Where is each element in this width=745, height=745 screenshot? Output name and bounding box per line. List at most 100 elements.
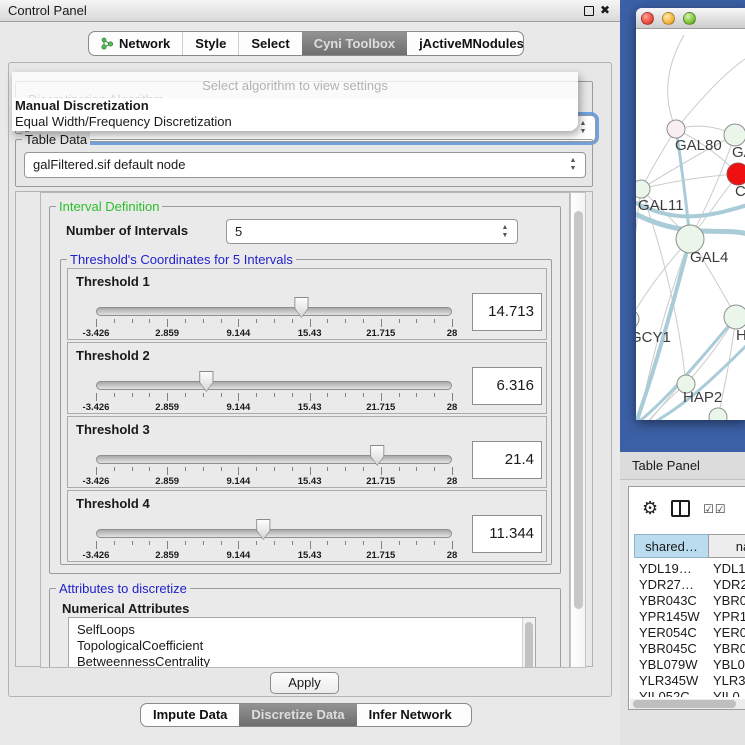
- table-row[interactable]: YBL079WYBL0: [629, 657, 745, 673]
- tick-label: 2.859: [155, 550, 179, 561]
- tick-mark: [256, 541, 257, 545]
- tab-infer-network[interactable]: Infer Network: [357, 704, 464, 726]
- tick-mark: [327, 393, 328, 397]
- split-columns-icon[interactable]: [671, 500, 690, 517]
- algorithm-option-manual[interactable]: Manual Discretization: [12, 98, 578, 114]
- network-node-label: GAL4: [690, 249, 728, 266]
- tab-network[interactable]: Network: [89, 32, 182, 55]
- threshold-value-field[interactable]: 14.713: [472, 293, 542, 331]
- tab-discretize-data[interactable]: Discretize Data: [239, 704, 356, 726]
- attribute-item[interactable]: TopologicalCoefficient: [69, 638, 521, 654]
- network-node[interactable]: [724, 124, 745, 146]
- table-row[interactable]: YBR043CYBR0: [629, 593, 745, 609]
- tab-cyni-toolbox[interactable]: Cyni Toolbox: [302, 32, 407, 55]
- column-header-shared-name[interactable]: shared…: [634, 534, 709, 558]
- table-data-group-title: Table Data: [22, 132, 90, 147]
- tick-mark: [310, 541, 311, 549]
- combo-arrows-icon: [578, 120, 588, 136]
- network-node[interactable]: [667, 120, 685, 138]
- algorithm-option-equal-width[interactable]: Equal Width/Frequency Discretization: [12, 114, 578, 131]
- apply-button[interactable]: Apply: [270, 672, 339, 694]
- threshold-panel: Threshold 3 -3.4262.8599.14415.4321.7152…: [67, 416, 547, 488]
- tab-jactivemnodules[interactable]: jActiveMNodules: [407, 32, 524, 55]
- tick-mark: [221, 319, 222, 323]
- column-header-name[interactable]: na: [708, 534, 745, 558]
- tick-mark: [416, 319, 417, 323]
- attributes-scrollbar-thumb[interactable]: [525, 622, 533, 668]
- network-canvas[interactable]: GAL80GACGAL11GAL4GCY1HHAP2: [636, 29, 745, 420]
- table-cell: YLR3: [713, 673, 745, 689]
- table-horizontal-scrollbar[interactable]: [630, 699, 745, 709]
- table-row[interactable]: YLR345WYLR3: [629, 673, 745, 689]
- tab-label: Style: [195, 32, 226, 55]
- table-hscrollbar-thumb[interactable]: [633, 700, 736, 708]
- window-zoom-button[interactable]: [683, 12, 696, 25]
- combo-arrows-icon: [568, 157, 578, 173]
- threshold-value-field[interactable]: 6.316: [472, 367, 542, 405]
- table-data-selected-value: galFiltered.sif default node: [33, 157, 185, 172]
- table-data-select[interactable]: galFiltered.sif default node: [24, 152, 586, 178]
- table-row[interactable]: YIL052CYIL0: [629, 689, 745, 697]
- attributes-list-scrollbar[interactable]: [522, 618, 535, 668]
- tick-label: -3.426: [83, 402, 110, 413]
- network-node-label: GAL80: [675, 137, 722, 154]
- table-panel: shared… na YDL19…YDL1YDR27…YDR2YBR043CYB…: [620, 480, 745, 745]
- settings-scrollbar-thumb[interactable]: [574, 211, 583, 609]
- table-row[interactable]: YDL19…YDL1: [629, 561, 745, 577]
- network-node[interactable]: [709, 408, 727, 420]
- table-rows: YDL19…YDL1YDR27…YDR2YBR043CYBR0YPR145WYP…: [629, 561, 745, 697]
- tick-label: 28: [447, 402, 458, 413]
- threshold-value-field[interactable]: 21.4: [472, 441, 542, 479]
- tick-mark: [256, 319, 257, 323]
- table-cell: YIL052C: [639, 689, 690, 697]
- close-icon[interactable]: [600, 3, 610, 17]
- tick-mark: [381, 393, 382, 401]
- tick-label: 15.43: [298, 476, 322, 487]
- number-of-intervals-spinner[interactable]: 5: [226, 219, 518, 244]
- tick-mark: [345, 319, 346, 323]
- attribute-item[interactable]: BetweennessCentrality: [69, 654, 521, 668]
- network-node[interactable]: [727, 163, 745, 185]
- network-node[interactable]: [636, 180, 650, 198]
- tick-mark: [114, 467, 115, 471]
- slider-thumb[interactable]: [198, 371, 214, 392]
- network-node-label: HAP2: [683, 389, 722, 406]
- table-row[interactable]: YDR27…YDR2: [629, 577, 745, 593]
- table-row[interactable]: YER054CYER0: [629, 625, 745, 641]
- tick-mark: [149, 467, 150, 471]
- tab-style[interactable]: Style: [182, 32, 238, 55]
- table-row[interactable]: YPR145WYPR1: [629, 609, 745, 625]
- slider-thumb[interactable]: [369, 445, 385, 466]
- slider-tick-labels: -3.4262.8599.14415.4321.71528: [96, 476, 452, 487]
- algorithm-dropdown-popup: Select algorithm to view settings Manual…: [12, 72, 578, 131]
- settings-vertical-scrollbar[interactable]: [570, 192, 586, 668]
- tick-mark: [399, 467, 400, 471]
- threshold-value-field[interactable]: 11.344: [472, 515, 542, 553]
- tick-mark: [114, 393, 115, 397]
- gear-icon[interactable]: [642, 498, 658, 519]
- tab-select[interactable]: Select: [238, 32, 301, 55]
- checkboxes-icon[interactable]: [703, 501, 727, 516]
- network-node[interactable]: [724, 305, 745, 329]
- interval-definition-group: Interval Definition Number of Intervals …: [49, 206, 561, 574]
- tab-impute-data[interactable]: Impute Data: [141, 704, 239, 726]
- attribute-item[interactable]: SelfLoops: [69, 622, 521, 638]
- numerical-attributes-listbox[interactable]: SelfLoopsTopologicalCoefficientBetweenne…: [68, 617, 536, 668]
- tick-mark: [203, 319, 204, 323]
- tick-mark: [274, 319, 275, 323]
- window-close-button[interactable]: [641, 12, 654, 25]
- table-row[interactable]: YBR045CYBR0: [629, 641, 745, 657]
- window-minimize-button[interactable]: [662, 12, 675, 25]
- tick-mark: [96, 541, 97, 549]
- tick-label: 28: [447, 550, 458, 561]
- interval-definition-title: Interval Definition: [56, 199, 162, 214]
- table-panel-title: Table Panel: [632, 458, 700, 473]
- tick-mark: [274, 467, 275, 471]
- tab-label: Impute Data: [153, 704, 227, 726]
- network-node[interactable]: [636, 310, 639, 328]
- slider-thumb[interactable]: [293, 297, 309, 318]
- float-window-icon[interactable]: [584, 6, 594, 16]
- slider-thumb[interactable]: [255, 519, 271, 540]
- slider-tick-labels: -3.4262.8599.14415.4321.71528: [96, 328, 452, 339]
- tick-mark: [399, 319, 400, 323]
